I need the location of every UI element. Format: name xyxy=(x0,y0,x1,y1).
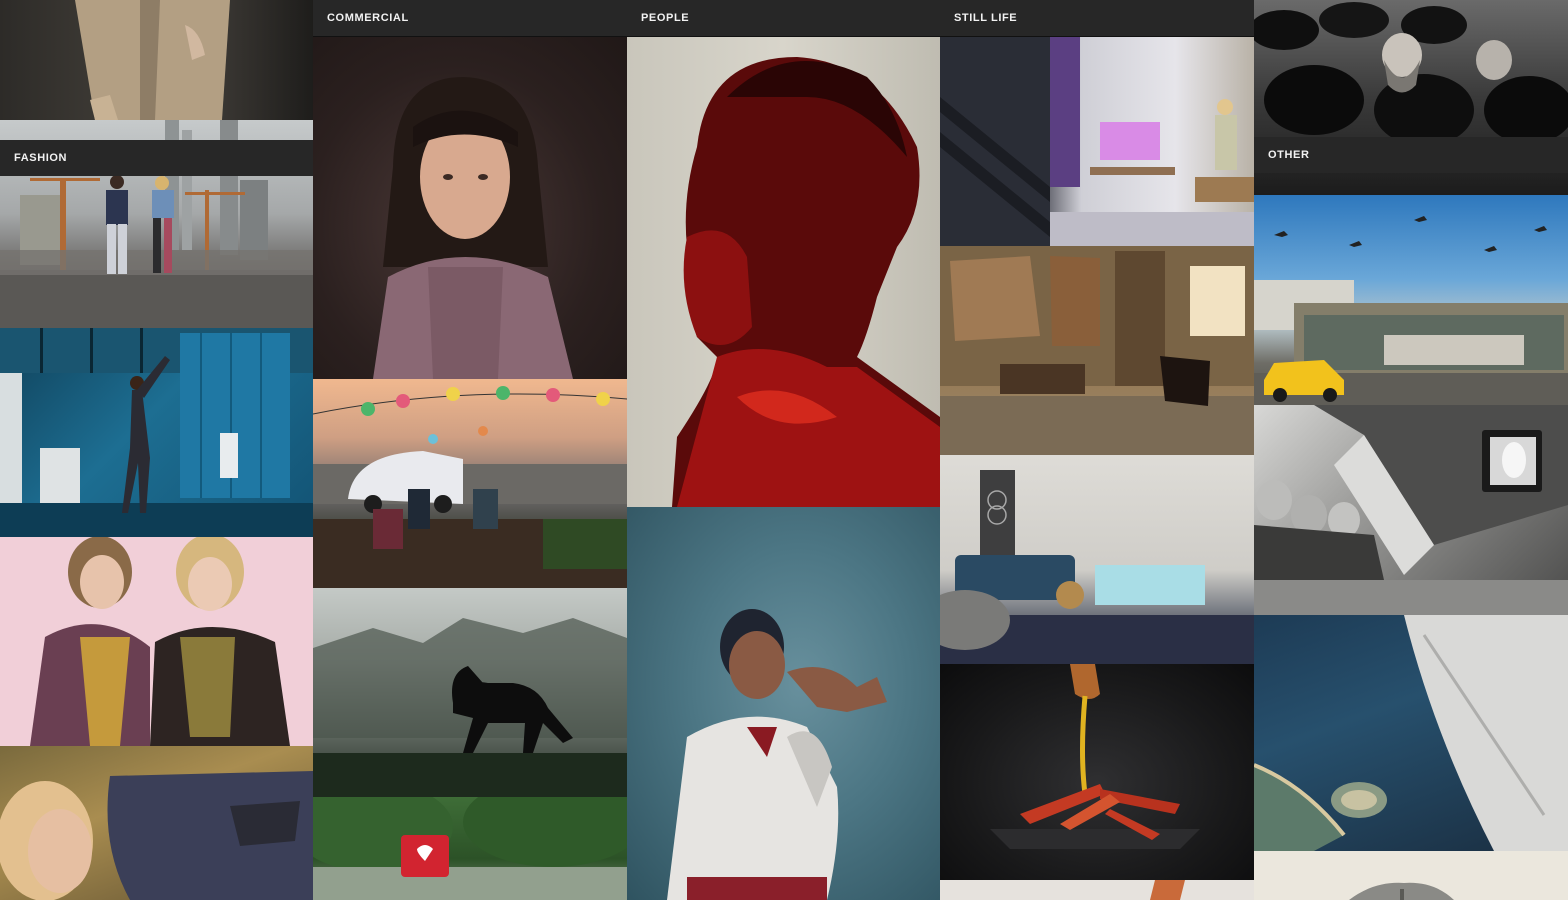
photo-model-in-hay xyxy=(0,771,313,900)
photo-tile-commercial-defibrillator[interactable] xyxy=(313,797,627,900)
photo-tile-fashion-hay[interactable] xyxy=(0,746,313,900)
category-header-commercial[interactable]: COMMERCIAL xyxy=(313,0,627,36)
photo-defibrillator xyxy=(313,797,627,900)
category-header-still-life[interactable]: STILL LIFE xyxy=(940,0,1254,36)
photo-tile-still-life-purple-room[interactable] xyxy=(940,37,1254,246)
photo-tree-silhouette xyxy=(1349,882,1454,900)
photo-tile-still-life-blue-sofa[interactable] xyxy=(940,455,1254,664)
photo-dancer-portrait xyxy=(667,609,887,900)
column-people: PEOPLE xyxy=(627,0,940,900)
photo-tile-people-dancer[interactable] xyxy=(627,507,940,900)
photo-tile-other-yellow-taxi[interactable] xyxy=(1254,195,1568,405)
photo-yellow-taxi xyxy=(1254,216,1568,405)
column-fashion: FASHION xyxy=(0,0,313,900)
category-header-other[interactable]: OTHER xyxy=(1254,137,1568,173)
photo-children-watching-screen xyxy=(1254,405,1568,615)
photo-tile-commercial-horse[interactable] xyxy=(313,588,627,797)
category-label: STILL LIFE xyxy=(954,12,1018,24)
photo-tile-other-airplane-window[interactable] xyxy=(1254,615,1568,851)
photo-fresco-room xyxy=(940,246,1254,455)
photo-red-lit-man xyxy=(672,57,940,507)
category-header-people[interactable]: PEOPLE xyxy=(627,0,940,36)
photo-tile-other-children-screen[interactable] xyxy=(1254,405,1568,615)
photo-tile-fashion-locker-room[interactable] xyxy=(0,328,313,537)
column-other: OTHER xyxy=(1254,0,1568,900)
photo-tile-people-red-portrait[interactable] xyxy=(627,37,940,507)
photo-tile-fashion-khaki-suit[interactable] xyxy=(0,0,313,120)
photo-purple-living-room xyxy=(940,37,1254,246)
photo-tile-still-life-fresco-room[interactable] xyxy=(940,246,1254,455)
column-commercial: COMMERCIAL xyxy=(313,0,627,900)
photo-tile-still-life-orange-object[interactable] xyxy=(940,880,1254,900)
category-header-fashion[interactable]: FASHION xyxy=(0,140,313,176)
portfolio-grid: FASHION COMMERCIAL PEOPLE STILL LIFE OTH… xyxy=(0,0,1568,900)
photo-tile-still-life-king-crab[interactable] xyxy=(940,664,1254,880)
category-label: COMMERCIAL xyxy=(327,12,409,24)
photo-tile-commercial-rooftop-party[interactable] xyxy=(313,379,627,588)
category-label: PEOPLE xyxy=(641,12,690,24)
photo-modern-interior xyxy=(940,470,1254,664)
photo-orange-object xyxy=(1150,880,1185,900)
photo-airplane-window-aerial xyxy=(1254,615,1568,851)
photo-king-crab xyxy=(990,664,1200,849)
photo-rooftop-party xyxy=(313,386,627,588)
category-label: FASHION xyxy=(14,152,68,164)
photo-locker-room xyxy=(0,328,313,537)
photo-girl-portrait xyxy=(373,77,573,379)
category-label: OTHER xyxy=(1268,149,1310,161)
photo-tile-commercial-girl-portrait[interactable] xyxy=(313,37,627,379)
column-still-life: STILL LIFE xyxy=(940,0,1254,900)
photo-khaki-suit xyxy=(75,0,230,120)
photo-tile-fashion-two-models[interactable] xyxy=(0,537,313,746)
photo-tile-other-tree[interactable] xyxy=(1254,851,1568,900)
photo-two-models xyxy=(30,537,290,746)
photo-galloping-horse xyxy=(313,618,627,797)
